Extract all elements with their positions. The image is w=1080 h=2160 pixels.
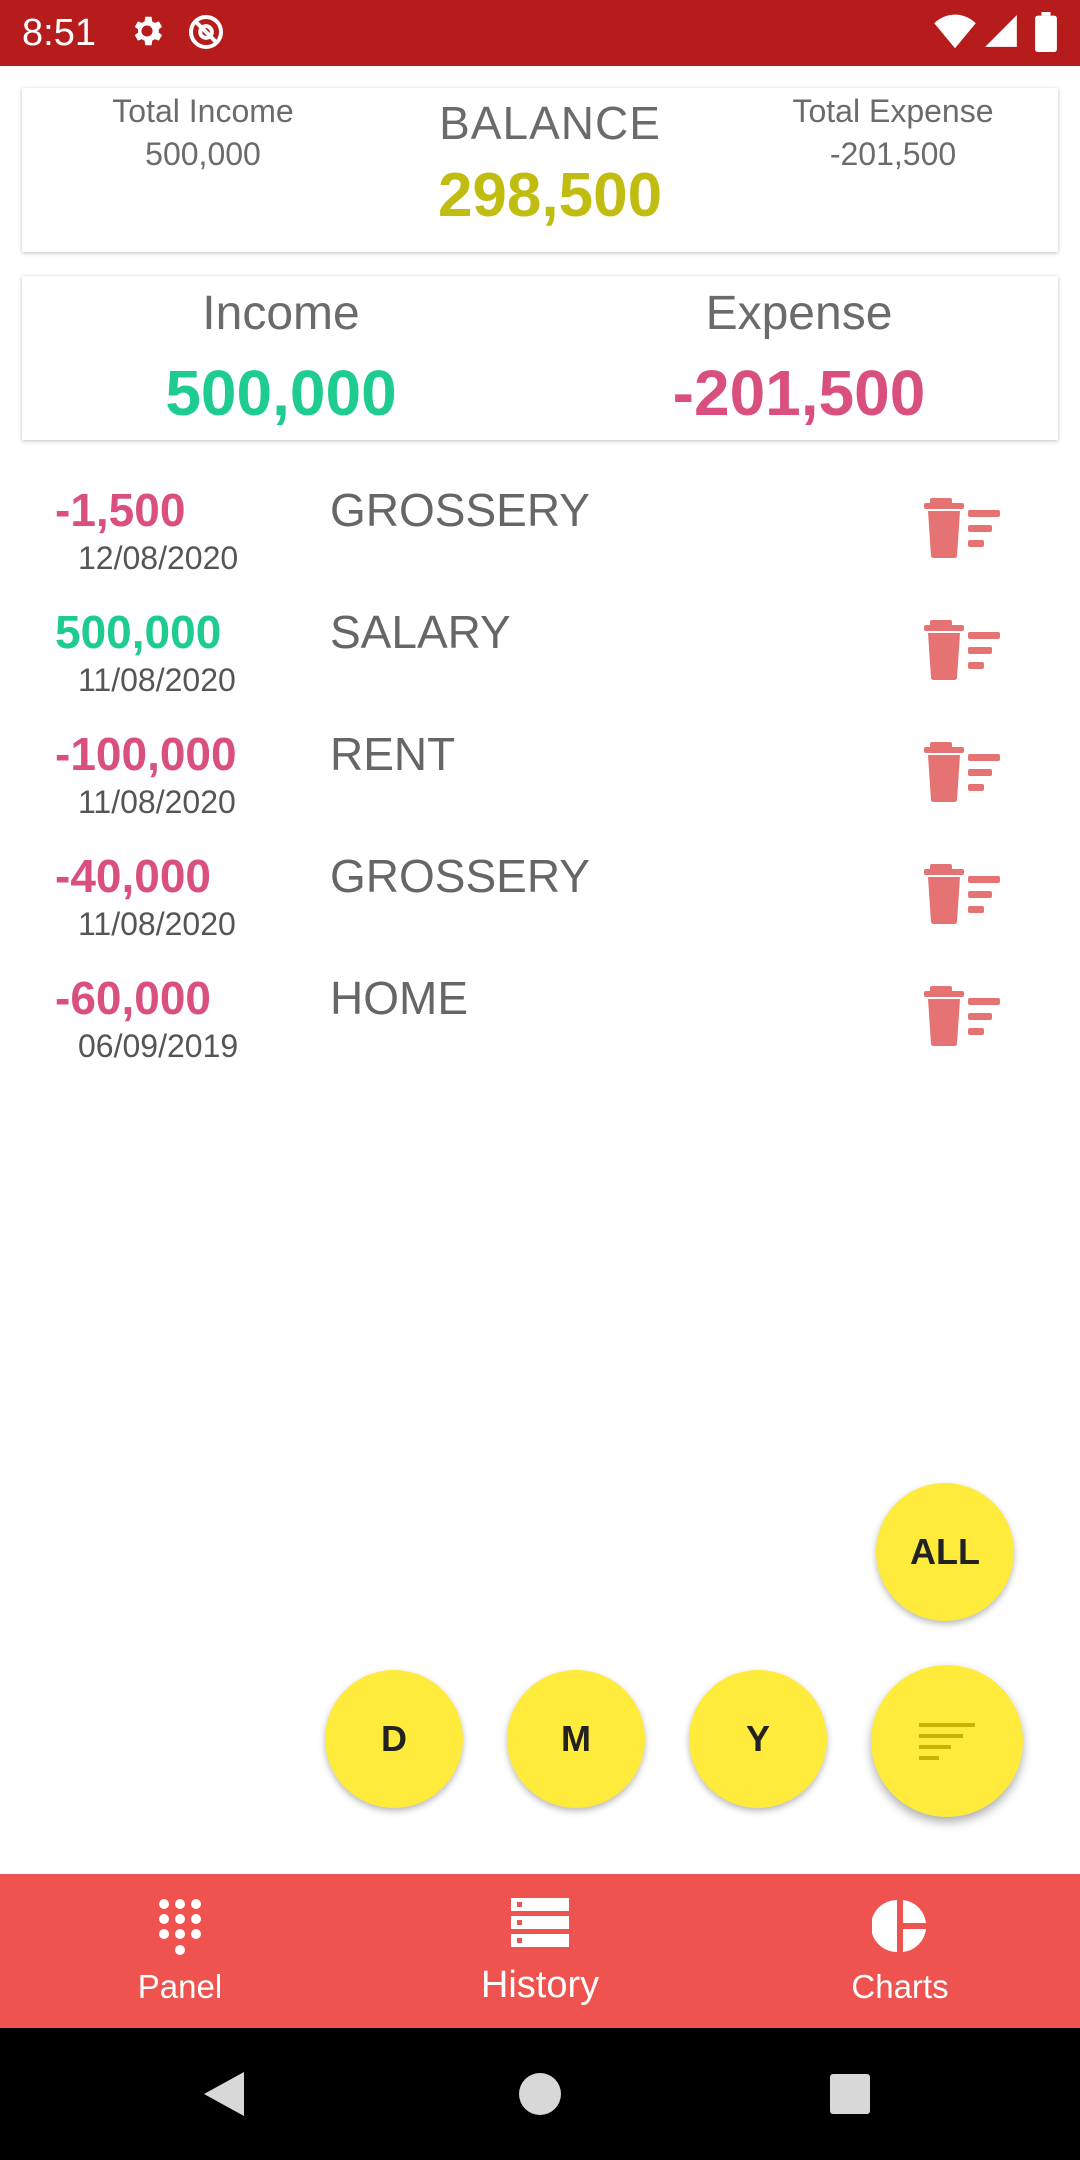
transaction-category: GROSSERY xyxy=(330,484,590,536)
list-item[interactable]: -1,500 12/08/2020 GROSSERY xyxy=(0,482,1080,604)
total-income-value: 500,000 xyxy=(145,136,261,172)
total-expense-value: -201,500 xyxy=(829,136,957,172)
recents-icon[interactable] xyxy=(830,2074,870,2114)
transaction-date: 06/09/2019 xyxy=(78,1028,239,1064)
filter-all-button[interactable]: ALL xyxy=(876,1483,1014,1621)
transaction-amount: -100,000 xyxy=(55,728,237,780)
summary-card: Total Income 500,000 BALANCE 298,500 Tot… xyxy=(22,88,1058,252)
transaction-amount: -40,000 xyxy=(55,850,212,902)
income-value: 500,000 xyxy=(165,357,397,429)
nav-panel[interactable]: Panel xyxy=(0,1874,360,2028)
filter-year-button[interactable]: Y xyxy=(689,1670,827,1808)
filter-menu-button[interactable] xyxy=(871,1665,1023,1817)
balance-label: BALANCE xyxy=(439,97,661,149)
transaction-category: GROSSERY xyxy=(330,850,590,902)
transaction-amount: -1,500 xyxy=(55,484,186,536)
nav-history[interactable]: History xyxy=(360,1874,720,2028)
nav-panel-label: Panel xyxy=(137,1968,223,2005)
expense-value: -201,500 xyxy=(672,357,926,429)
delete-icon[interactable] xyxy=(924,618,1000,680)
transaction-date: 11/08/2020 xyxy=(78,784,236,820)
home-icon[interactable] xyxy=(518,2072,562,2116)
transaction-category: RENT xyxy=(330,728,456,780)
list-item[interactable]: -40,000 11/08/2020 GROSSERY xyxy=(0,848,1080,970)
battery-icon xyxy=(1035,12,1057,52)
wifi-icon xyxy=(934,14,976,49)
storage-icon xyxy=(511,1898,569,1947)
cell-signal-icon xyxy=(985,15,1017,47)
pie-chart-icon xyxy=(872,1900,926,1952)
bottom-nav: Panel History Charts xyxy=(0,1874,1080,2028)
sync-disabled-icon xyxy=(189,15,223,49)
delete-icon[interactable] xyxy=(924,740,1000,802)
list-item[interactable]: -60,000 06/09/2019 HOME xyxy=(0,970,1080,1092)
transaction-date: 11/08/2020 xyxy=(78,906,236,942)
expense-label: Expense xyxy=(705,287,893,340)
nav-charts[interactable]: Charts xyxy=(720,1874,1080,2028)
nav-history-label: History xyxy=(480,1964,600,2006)
transaction-amount: -60,000 xyxy=(55,972,212,1024)
filter-month-button[interactable]: M xyxy=(507,1670,645,1808)
delete-icon[interactable] xyxy=(924,984,1000,1046)
transaction-category: HOME xyxy=(330,972,468,1024)
status-time: 8:51 xyxy=(22,12,96,54)
settings-icon xyxy=(134,16,163,46)
totals-card: Income 500,000 Expense -201,500 xyxy=(22,276,1058,440)
transaction-category: SALARY xyxy=(330,606,511,658)
delete-icon[interactable] xyxy=(924,862,1000,924)
sort-icon xyxy=(919,1723,975,1760)
filter-day-button[interactable]: D xyxy=(325,1670,463,1808)
transaction-date: 11/08/2020 xyxy=(78,662,236,698)
income-label: Income xyxy=(202,287,360,340)
delete-icon[interactable] xyxy=(924,496,1000,558)
transaction-date: 12/08/2020 xyxy=(78,540,239,576)
list-item[interactable]: 500,000 11/08/2020 SALARY xyxy=(0,604,1080,726)
transaction-amount: 500,000 xyxy=(55,606,222,658)
status-bar: 8:51 xyxy=(0,0,1080,66)
nav-charts-label: Charts xyxy=(851,1968,949,2005)
back-icon[interactable] xyxy=(202,2070,246,2118)
total-expense-label: Total Expense xyxy=(792,93,994,129)
balance-value: 298,500 xyxy=(437,161,663,230)
list-item[interactable]: -100,000 11/08/2020 RENT xyxy=(0,726,1080,848)
total-income-label: Total Income xyxy=(112,93,294,129)
dialpad-icon xyxy=(159,1899,201,1955)
system-nav-bar xyxy=(0,2028,1080,2160)
